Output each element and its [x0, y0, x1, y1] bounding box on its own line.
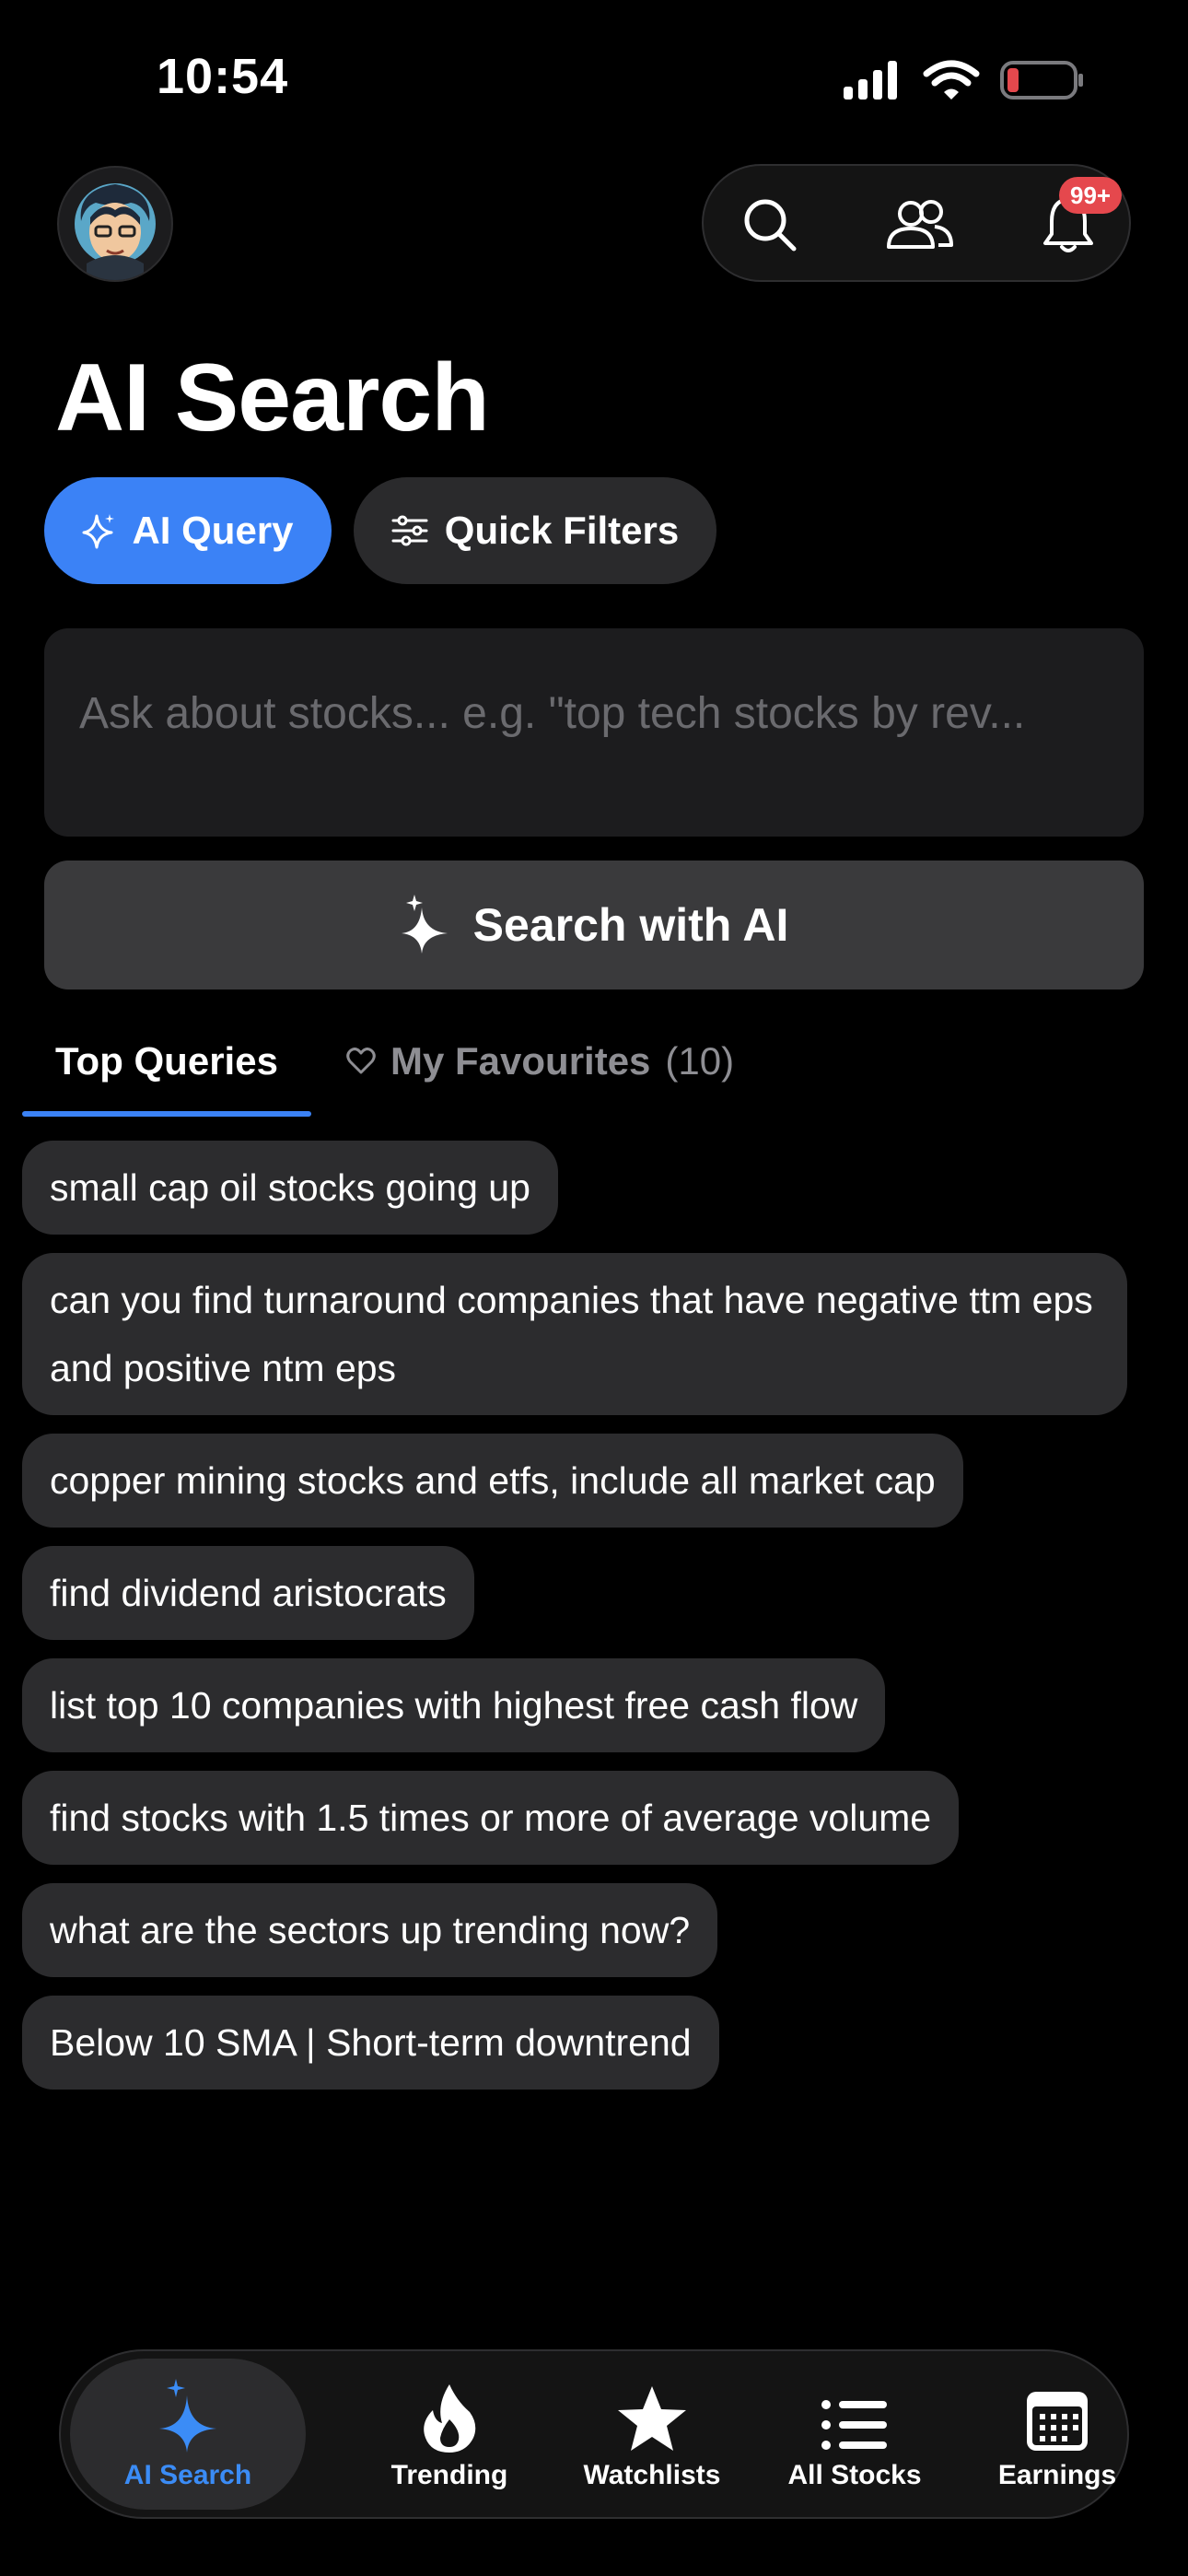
- status-icons: [840, 57, 1085, 103]
- people-icon: [887, 200, 953, 249]
- query-chip[interactable]: what are the sectors up trending now?: [22, 1883, 718, 1977]
- nav-watchlists[interactable]: Watchlists: [551, 2359, 753, 2510]
- query-input[interactable]: [77, 680, 1112, 746]
- search-button[interactable]: [729, 184, 810, 265]
- query-chip-list: small cap oil stocks going up can you fi…: [22, 1141, 1146, 2108]
- page-title: AI Search: [55, 345, 490, 451]
- search-with-ai-button[interactable]: Search with AI: [44, 861, 1144, 989]
- status-time: 10:54: [157, 49, 289, 104]
- tab-my-favourites[interactable]: My Favourites (10): [346, 1039, 734, 1083]
- query-chip[interactable]: can you find turnaround companies that h…: [22, 1253, 1127, 1415]
- search-with-ai-label: Search with AI: [472, 899, 789, 951]
- tab-top-queries[interactable]: Top Queries: [55, 1039, 278, 1083]
- favourites-count: (10): [665, 1039, 735, 1083]
- notification-badge: 99+: [1059, 177, 1123, 214]
- flame-icon: [424, 2384, 476, 2453]
- sparkles-icon: [401, 895, 448, 954]
- calendar-icon: [1027, 2392, 1088, 2451]
- query-chip[interactable]: find stocks with 1.5 times or more of av…: [22, 1771, 960, 1865]
- active-tab-indicator: [22, 1111, 311, 1117]
- nav-earnings-label: Earnings: [997, 2460, 1117, 2490]
- community-button[interactable]: [879, 184, 960, 265]
- nav-all-stocks-label: All Stocks: [787, 2460, 922, 2490]
- sparkles-icon: [159, 2379, 216, 2453]
- nav-trending[interactable]: Trending: [348, 2359, 551, 2510]
- bottom-tab-bar: AI Search Trending Watchlists All Stocks: [59, 2349, 1129, 2519]
- star-icon: [618, 2386, 686, 2451]
- sparkle-icon: [82, 514, 115, 549]
- query-chip[interactable]: copper mining stocks and etfs, include a…: [22, 1434, 963, 1528]
- query-chip[interactable]: small cap oil stocks going up: [22, 1141, 558, 1235]
- nav-watchlists-label: Watchlists: [583, 2460, 721, 2490]
- ai-query-label: AI Query: [132, 509, 294, 552]
- query-chip[interactable]: find dividend aristocrats: [22, 1546, 474, 1640]
- query-chip[interactable]: Below 10 SMA | Short-term downtrend: [22, 1996, 719, 2090]
- heart-icon: [346, 1048, 376, 1074]
- header-actions: 99+: [702, 164, 1131, 282]
- list-icon: [821, 2400, 887, 2450]
- nav-ai-search[interactable]: AI Search: [70, 2359, 306, 2510]
- nav-all-stocks[interactable]: All Stocks: [753, 2359, 956, 2510]
- nav-earnings[interactable]: Earnings: [956, 2359, 1159, 2510]
- signal-wifi-battery-icon: [844, 60, 1083, 100]
- search-icon: [744, 199, 797, 252]
- ai-query-button[interactable]: AI Query: [44, 477, 332, 584]
- avatar-illustration-icon: [75, 183, 156, 280]
- query-box: [44, 628, 1144, 837]
- avatar[interactable]: [57, 166, 173, 282]
- nav-trending-label: Trending: [390, 2460, 508, 2490]
- query-chip[interactable]: list top 10 companies with highest free …: [22, 1658, 886, 1752]
- quick-filters-button[interactable]: Quick Filters: [354, 477, 716, 584]
- quick-filters-label: Quick Filters: [444, 509, 680, 552]
- sliders-icon: [391, 515, 428, 546]
- tab-my-favourites-label: My Favourites: [390, 1039, 651, 1083]
- nav-ai-search-label: AI Search: [123, 2460, 252, 2490]
